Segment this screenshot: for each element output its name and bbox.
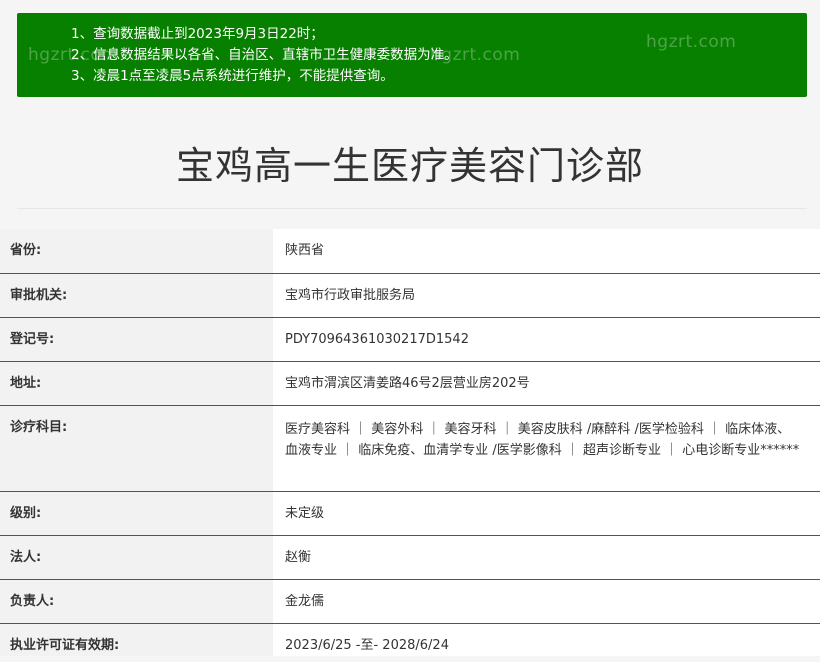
page-title: 宝鸡高一生医疗美容门诊部 xyxy=(175,144,644,188)
notice-line: 3、凌晨1点至凌晨5点系统进行维护，不能提供查询。 xyxy=(71,68,394,84)
row-label: 登记号: xyxy=(0,317,273,362)
table-row: 负责人: 金龙儒 xyxy=(0,579,820,624)
row-value: 金龙儒 xyxy=(273,579,820,624)
table-row: 省份: 陕西省 xyxy=(0,229,820,274)
table-row: 法人: 赵衡 xyxy=(0,535,820,580)
table-row: 审批机关: 宝鸡市行政审批服务局 xyxy=(0,273,820,318)
row-label: 地址: xyxy=(0,361,273,406)
row-label: 负责人: xyxy=(0,579,273,624)
row-label: 诊疗科目: xyxy=(0,405,273,492)
row-value: 宝鸡市渭滨区清姜路46号2层营业房202号 xyxy=(273,361,820,406)
row-value: 未定级 xyxy=(273,491,820,536)
row-label: 级别: xyxy=(0,491,273,536)
notice-line: 1、查询数据截止到2023年9月3日22时； xyxy=(71,26,324,42)
table-row: 执业许可证有效期: 2023/6/25 -至- 2028/6/24 xyxy=(0,623,820,656)
row-value: 医疗美容科 ｜ 美容外科 ｜ 美容牙科 ｜ 美容皮肤科 /麻醉科 /医学检验科 … xyxy=(273,405,820,492)
notice-line: 2、信息数据结果以各省、自治区、直辖市卫生健康委数据为准。 xyxy=(71,47,458,63)
notice-banner: 1、查询数据截止到2023年9月3日22时； 2、信息数据结果以各省、自治区、直… xyxy=(17,13,807,97)
table-row: 登记号: PDY70964361030217D1542 xyxy=(0,317,820,362)
row-value: 2023/6/25 -至- 2028/6/24 xyxy=(273,623,820,656)
table-row: 诊疗科目: 医疗美容科 ｜ 美容外科 ｜ 美容牙科 ｜ 美容皮肤科 /麻醉科 /… xyxy=(0,405,820,492)
row-label: 执业许可证有效期: xyxy=(0,623,273,656)
row-label: 审批机关: xyxy=(0,273,273,318)
row-value: PDY70964361030217D1542 xyxy=(273,317,820,362)
row-label: 省份: xyxy=(0,229,273,274)
row-value: 陕西省 xyxy=(273,229,820,274)
row-value: 宝鸡市行政审批服务局 xyxy=(273,273,820,318)
row-label: 法人: xyxy=(0,535,273,580)
row-value: 赵衡 xyxy=(273,535,820,580)
table-row: 级别: 未定级 xyxy=(0,491,820,536)
title-divider xyxy=(17,208,807,209)
info-table: 省份: 陕西省 审批机关: 宝鸡市行政审批服务局 登记号: PDY7096436… xyxy=(0,229,820,656)
table-row: 地址: 宝鸡市渭滨区清姜路46号2层营业房202号 xyxy=(0,361,820,406)
